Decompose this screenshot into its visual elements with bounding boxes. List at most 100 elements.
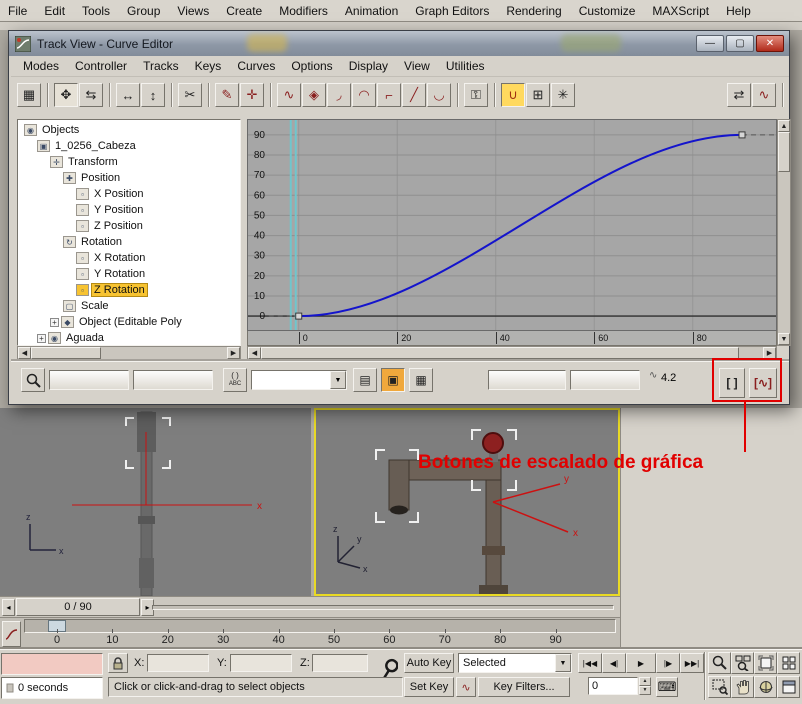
current-frame-field[interactable]: 0 <box>588 677 638 695</box>
maximize-button[interactable]: ▢ <box>726 35 754 52</box>
tree-item-x-rotation[interactable]: ▫X Rotation <box>18 250 240 266</box>
param-curve-out-of-range-button[interactable]: ⊞ <box>526 83 550 107</box>
interactive-update-toggle[interactable]: ▣ <box>381 368 405 392</box>
new-key-tangent-button[interactable]: ∿ <box>456 677 476 697</box>
next-frame-button[interactable]: |▶ <box>656 653 680 673</box>
auto-key-button[interactable]: Auto Key <box>404 653 454 673</box>
ce-menu-item-tracks[interactable]: Tracks <box>143 59 179 73</box>
zoom-selected-object-button[interactable] <box>21 368 45 392</box>
scroll-down-icon[interactable]: ▼ <box>778 333 790 345</box>
time-slider-track[interactable] <box>152 605 614 610</box>
track-bar[interactable]: 0102030405060708090 <box>0 617 620 649</box>
close-button[interactable]: ✕ <box>756 35 784 52</box>
track-set-list-button[interactable]: ▤ <box>353 368 377 392</box>
tree-item-object-editable-poly[interactable]: +◆Object (Editable Poly <box>18 314 240 330</box>
tree-item-transform[interactable]: ✛Transform <box>18 154 240 170</box>
previous-frame-button[interactable]: ◀| <box>602 653 626 673</box>
curve-graph[interactable]: 0102030405060708090 <box>248 120 776 330</box>
menu-item-tools[interactable]: Tools <box>82 4 110 18</box>
play-button[interactable]: ▶ <box>626 653 656 673</box>
frame-spinner[interactable]: ▲▼ <box>639 677 651 695</box>
arc-rotate-button[interactable] <box>754 676 777 698</box>
zoom-extents-button[interactable] <box>754 652 777 674</box>
curve-editor-titlebar[interactable]: Track View - Curve Editor — ▢ ✕ <box>9 31 789 56</box>
ce-menu-item-keys[interactable]: Keys <box>195 59 222 73</box>
menu-item-modifiers[interactable]: Modifiers <box>279 4 328 18</box>
curve-graph-area[interactable]: 0102030405060708090 <box>247 119 777 331</box>
curve-settings-button[interactable]: ✳ <box>551 83 575 107</box>
ce-menu-item-controller[interactable]: Controller <box>75 59 127 73</box>
lock-selection-button[interactable]: ⚿ <box>464 83 488 107</box>
go-to-start-button[interactable]: |◀◀ <box>578 653 602 673</box>
scroll-up-icon[interactable]: ▲ <box>778 120 790 132</box>
tangent-linear-button[interactable]: ╱ <box>402 83 426 107</box>
scroll-left-icon[interactable]: ◀ <box>248 347 261 359</box>
curve-key[interactable] <box>739 132 745 138</box>
show-key-stats-button[interactable]: ( ) ABC <box>223 368 247 392</box>
tree-item-z-position[interactable]: ▫Z Position <box>18 218 240 234</box>
zoom-button[interactable] <box>708 652 731 674</box>
menu-item-customize[interactable]: Customize <box>579 4 636 18</box>
pan-button[interactable] <box>731 676 754 698</box>
tree-item-y-rotation[interactable]: ▫Y Rotation <box>18 266 240 282</box>
coord-x-field[interactable] <box>147 654 209 672</box>
tree-expander-icon[interactable]: + <box>50 318 59 327</box>
tree-item-z-rotation[interactable]: ▫Z Rotation <box>18 282 240 298</box>
slide-keys-button[interactable]: ⇆ <box>79 83 103 107</box>
keyboard-shortcut-override-toggle[interactable]: ⌨ <box>656 677 678 697</box>
track-set-combo[interactable]: ▼ <box>251 370 347 390</box>
menu-item-help[interactable]: Help <box>726 4 751 18</box>
tree-item-aguada[interactable]: +◉Aguada <box>18 330 240 346</box>
add-keys-button[interactable]: ✛ <box>240 83 264 107</box>
ce-menu-item-curves[interactable]: Curves <box>237 59 275 73</box>
menu-item-graph-editors[interactable]: Graph Editors <box>415 4 489 18</box>
coord-z-field[interactable] <box>312 654 368 672</box>
scroll-left-icon[interactable]: ◀ <box>18 347 31 359</box>
controller-tree[interactable]: ◉Objects▣1_0256_Cabeza✛Transform✚Positio… <box>17 119 241 346</box>
menu-item-group[interactable]: Group <box>127 4 160 18</box>
tree-item-1-0256-cabeza[interactable]: ▣1_0256_Cabeza <box>18 138 240 154</box>
menu-item-views[interactable]: Views <box>177 4 209 18</box>
scroll-right-icon[interactable]: ▶ <box>227 347 240 359</box>
graph-vertical-scrollbar[interactable]: ▲ ▼ <box>777 119 791 346</box>
tree-item-y-position[interactable]: ▫Y Position <box>18 202 240 218</box>
curve-key[interactable] <box>296 313 302 319</box>
tree-item-x-position[interactable]: ▫X Position <box>18 186 240 202</box>
set-key-button[interactable]: Set Key <box>404 677 454 697</box>
zoom-all-button[interactable] <box>731 652 754 674</box>
scale-values-button[interactable]: ↕ <box>141 83 165 107</box>
scroll-thumb[interactable] <box>31 347 101 359</box>
reduce-keys-button[interactable]: ✂ <box>178 83 202 107</box>
minimize-button[interactable]: — <box>696 35 724 52</box>
zoom-extents-all-button[interactable] <box>777 652 800 674</box>
menu-item-rendering[interactable]: Rendering <box>506 4 561 18</box>
draw-curves-button[interactable]: ✎ <box>215 83 239 107</box>
maxscript-mini-listener-output[interactable]: 0 seconds <box>1 677 103 699</box>
key-filters-button[interactable]: Key Filters... <box>478 677 570 697</box>
grid-snap-toggle[interactable]: ▦ <box>409 368 433 392</box>
chevron-down-icon[interactable]: ▼ <box>555 654 571 672</box>
tangent-fast-button[interactable]: ◞ <box>327 83 351 107</box>
scroll-thumb[interactable] <box>261 347 739 359</box>
ce-menu-item-utilities[interactable]: Utilities <box>446 59 485 73</box>
ce-menu-item-display[interactable]: Display <box>349 59 388 73</box>
maximize-viewport-toggle-button[interactable] <box>777 676 800 698</box>
tree-horizontal-scrollbar[interactable]: ◀ ▶ <box>17 346 241 360</box>
selection-range-start-field[interactable] <box>488 370 566 390</box>
tree-item-scale[interactable]: ▢Scale <box>18 298 240 314</box>
tangent-slow-button[interactable]: ◠ <box>352 83 376 107</box>
maxscript-mini-listener-macro[interactable] <box>1 653 103 675</box>
selection-lock-toggle[interactable] <box>108 653 128 673</box>
menu-item-animation[interactable]: Animation <box>345 4 398 18</box>
coord-y-field[interactable] <box>230 654 292 672</box>
key-time-field[interactable] <box>49 370 129 390</box>
graph-horizontal-scrollbar[interactable]: ◀ ▶ <box>247 346 777 360</box>
ce-menu-item-view[interactable]: View <box>404 59 430 73</box>
menu-item-maxscript[interactable]: MAXScript <box>652 4 709 18</box>
tangent-smooth-button[interactable]: ◡ <box>427 83 451 107</box>
time-slider-handle[interactable]: 0 / 90 <box>16 598 140 616</box>
tree-item-objects[interactable]: ◉Objects <box>18 122 240 138</box>
selection-range-end-field[interactable] <box>570 370 640 390</box>
menu-item-file[interactable]: File <box>8 4 27 18</box>
zoom-curves-button[interactable]: ∿ <box>752 83 776 107</box>
